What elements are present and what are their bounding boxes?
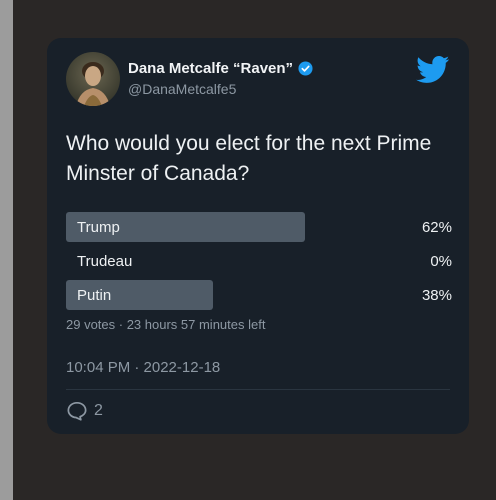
poll-option-trump: Trump 62% (66, 212, 452, 242)
verified-badge-icon (298, 61, 313, 76)
reply-icon (66, 401, 88, 421)
user-handle[interactable]: @DanaMetcalfe5 (128, 81, 236, 97)
poll-option-label: Trudeau (77, 253, 133, 270)
display-name[interactable]: Dana Metcalfe “Raven” (128, 60, 313, 77)
tweet-timestamp[interactable]: 10:04 PM · 2022-12-18 (66, 359, 220, 376)
poll-option-percent: 38% (421, 287, 452, 304)
poll-option-label: Putin (77, 287, 112, 304)
poll-option-percent: 0% (430, 253, 452, 270)
display-name-text: Dana Metcalfe “Raven” (128, 60, 294, 77)
poll-meta: 29 votes · 23 hours 57 minutes left (66, 317, 266, 332)
twitter-bird-icon[interactable] (416, 56, 450, 89)
avatar[interactable] (66, 52, 120, 106)
divider (66, 389, 450, 390)
poll-option-trudeau: Trudeau 0% (66, 246, 452, 276)
left-edge-strip (0, 0, 13, 500)
poll-option-percent: 62% (421, 219, 452, 236)
reply-count: 2 (94, 402, 103, 419)
tweet-card: Dana Metcalfe “Raven” @DanaMetcalfe5 Who… (47, 38, 469, 434)
tweet-text: Who would you elect for the next Prime M… (66, 132, 432, 185)
poll-option-label: Trump (77, 219, 120, 236)
reply-button[interactable]: 2 (66, 401, 103, 421)
poll-option-putin: Putin 38% (66, 280, 452, 310)
